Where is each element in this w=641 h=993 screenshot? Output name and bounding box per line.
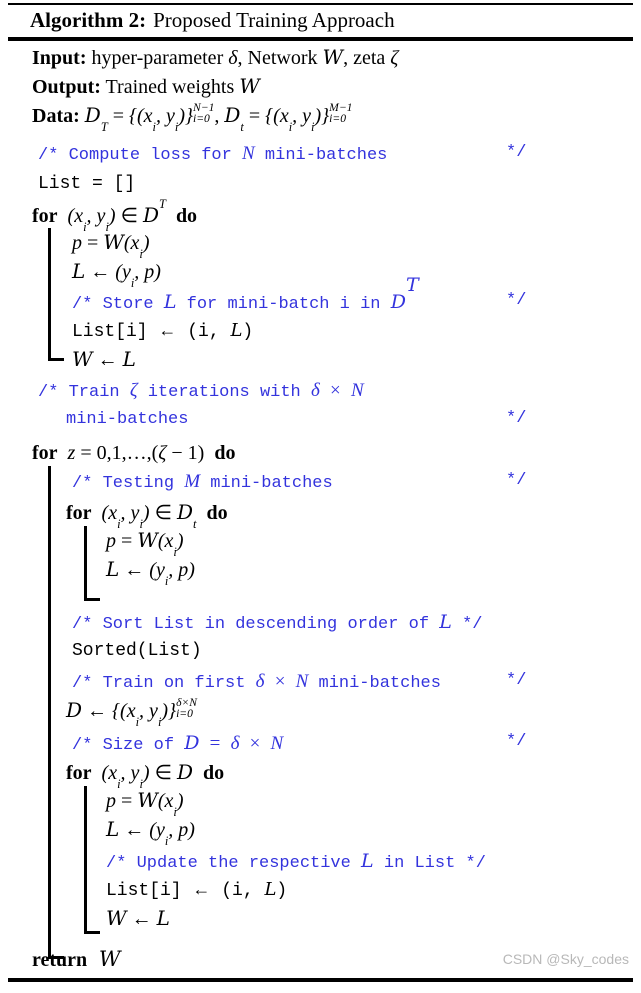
stmt-list-init: List = [] [38,174,136,194]
comment-train-iters: /* Train ζ iterations with δ × N [38,380,364,402]
comment-train-first: /* Train on first δ × N mini-batches [72,671,441,693]
loop-bracket-3 [84,526,100,601]
for-keyword: for [32,205,58,227]
do-keyword-4: do [203,762,225,784]
for-train-loop: for (xi, yi) ∈ DT do [32,196,198,234]
frame-top-rule [8,3,633,5]
stmt-update-w-2: W ← L [106,906,170,930]
stmt-list-assign-1: List[i] ← (i, L) [72,320,254,342]
for-condition-2: z = 0,1,…,(ζ − 1) [62,442,205,464]
comment-sort-list: /* Sort List in descending order of L */ [72,611,483,634]
do-keyword-3: do [206,502,228,524]
stmt-loss-1: L ← (yi, p) [72,259,161,290]
algorithm-title: Algorithm 2: Proposed Training Approach [30,7,395,34]
input-line: Input: hyper-parameter δ, Network W, zet… [32,45,398,70]
for-epoch-loop: for z = 0,1,…,(ζ − 1) do [32,441,235,465]
watermark: CSDN @Sky_codes [502,951,629,967]
comment-testing-end: */ [506,471,527,490]
for-condition-3: (xi, yi) ∈ Dt [96,500,197,531]
for-test-loop: for (xi, yi) ∈ Dt do [66,500,228,531]
for-keyword-4: for [66,762,92,784]
stmt-sorted-list: Sorted(List) [72,641,202,661]
do-keyword-2: do [214,442,236,464]
algorithm-name: Proposed Training Approach [153,8,395,32]
comment-train-iters-cont: mini-batches [66,410,189,429]
comment-store-loss-end: */ [506,291,527,310]
comment-size-of-d: /* Size of D = δ × N [72,732,284,755]
data-value: DT = {(xi, yi)}N−1 i=0, Dt = {(xi, yi)}M−… [84,100,353,135]
comment-compute-loss: /* Compute loss for N mini-batches [38,143,388,165]
input-label: Input: [32,47,87,69]
stmt-list-assign-2: List[i] ← (i, L) [106,879,288,901]
stmt-update-w-1: W ← L [72,347,136,371]
loop-bracket-2 [48,466,64,959]
stmt-predict-2: p = W(xi) [106,528,184,559]
output-value: Trained weights W [105,74,260,98]
data-label: Data: [32,105,80,128]
loop-bracket-4 [84,786,100,934]
stmt-loss-2: L ← (yi, p) [106,557,195,588]
comment-store-loss: /* Store L for mini-batch i in DT [72,273,419,314]
comment-size-of-d-end: */ [506,732,527,751]
comment-testing: /* Testing M mini-batches [72,471,333,493]
for-subset-loop: for (xi, yi) ∈ D do [66,760,225,791]
frame-bottom-rule [8,978,633,982]
algorithm-block: Algorithm 2: Proposed Training Approach I… [0,0,641,993]
algorithm-label: Algorithm 2: [30,8,147,32]
loop-bracket-1 [48,228,64,361]
for-condition: (xi, yi) ∈ DT [62,196,166,234]
stmt-predict-3: p = W(xi) [106,788,184,819]
stmt-predict-1: p = W(xi) [72,230,150,261]
comment-train-first-end: */ [506,671,527,690]
for-condition-4: (xi, yi) ∈ D [96,760,194,791]
do-keyword: do [175,205,198,227]
comment-compute-loss-end: */ [506,143,527,162]
comment-train-iters-end: */ [506,409,527,428]
data-line: Data: DT = {(xi, yi)}N−1 i=0, Dt = {(xi, … [32,100,353,135]
input-value: hyper-parameter δ, Network W, zeta ζ [91,45,399,69]
return-line: return W [32,947,120,972]
frame-title-rule [8,37,633,41]
comment-update-loss: /* Update the respective L in List */ [106,850,486,873]
return-value: W [92,947,121,971]
for-keyword-2: for [32,442,58,464]
output-line: Output: Trained weights W [32,74,260,99]
output-label: Output: [32,76,101,98]
return-keyword: return [32,949,88,971]
stmt-loss-3: L ← (yi, p) [106,817,195,848]
stmt-select-subset: D ← {(xi, yi)}δ×N i=0 [66,695,198,730]
for-keyword-3: for [66,502,92,524]
